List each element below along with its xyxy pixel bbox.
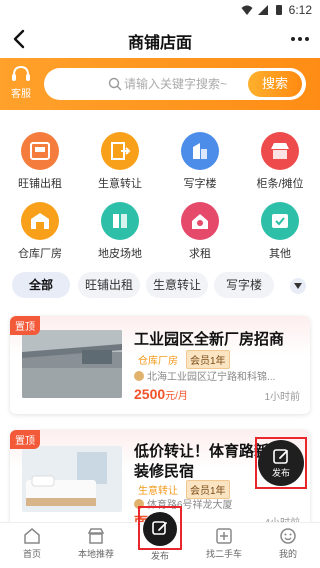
category-tag: 仓库厂房 xyxy=(138,356,178,367)
smile-icon xyxy=(280,528,296,544)
status-time: 6:12 xyxy=(288,3,312,17)
stall-icon xyxy=(261,132,299,170)
category-label: 生意转让 xyxy=(98,178,142,190)
chevron-down-icon[interactable] xyxy=(290,278,306,294)
filter-chip-transfer[interactable]: 生意转让 xyxy=(146,272,208,298)
listing-title: 工业园区全新厂房招商 xyxy=(134,331,285,348)
category-label: 仓库厂房 xyxy=(18,248,62,260)
category-label: 柜条/摊位 xyxy=(256,178,304,190)
listing-card[interactable]: 置顶 工业园区全新厂房招商 仓库厂房 会员1年 北海工业园区辽宁路和科锦... … xyxy=(10,316,310,414)
search-input[interactable] xyxy=(124,68,244,100)
category-shop-rent[interactable]: 旺铺出租 xyxy=(0,132,80,196)
publish-icon xyxy=(152,521,167,535)
customer-service-button[interactable]: 客服 xyxy=(6,64,36,100)
top-badge: 置顶 xyxy=(10,430,40,449)
floating-publish-label: 发布 xyxy=(271,468,290,478)
filter-bar: 全部 旺铺出租 生意转让 写字楼 xyxy=(0,270,320,302)
category-label: 求租 xyxy=(189,248,211,260)
category-transfer[interactable]: 生意转让 xyxy=(80,132,160,196)
location-pin-icon xyxy=(134,370,144,381)
office-building-icon xyxy=(181,132,219,170)
category-office[interactable]: 写字楼 xyxy=(160,132,240,196)
warehouse-icon xyxy=(21,202,59,240)
category-land[interactable]: 地皮场地 xyxy=(80,202,160,266)
status-bar: 6:12 xyxy=(0,0,320,20)
page-title: 商铺店面 xyxy=(127,35,192,52)
category-label: 写字楼 xyxy=(183,178,217,190)
category-warehouse[interactable]: 仓库厂房 xyxy=(0,202,80,266)
search-box[interactable]: 搜索 xyxy=(44,68,306,100)
tab-label: 我的 xyxy=(278,549,297,559)
category-label: 地皮场地 xyxy=(98,248,142,260)
wifi-icon xyxy=(241,5,253,15)
search-band: 客服 搜索 xyxy=(0,58,320,110)
transfer-icon xyxy=(101,132,139,170)
listing-price: 2500元/月 xyxy=(134,386,188,402)
floating-publish-button[interactable]: 发布 xyxy=(258,440,304,486)
headset-icon xyxy=(12,65,30,81)
listing-thumbnail xyxy=(22,446,122,512)
edit-icon xyxy=(273,449,288,464)
tab-label: 发布 xyxy=(150,551,169,561)
listing-address: 北海工业园区辽宁路和科锦... xyxy=(147,372,276,383)
tab-used-cars[interactable]: 找二手车 xyxy=(192,527,256,560)
filter-chip-all[interactable]: 全部 xyxy=(12,272,70,298)
signal-icon xyxy=(257,5,268,15)
tab-label: 找二手车 xyxy=(205,549,242,559)
more-options-icon[interactable] xyxy=(288,28,312,50)
member-badge: 会员1年 xyxy=(186,350,230,369)
land-icon xyxy=(101,202,139,240)
filter-chip-shop-rent[interactable]: 旺铺出租 xyxy=(78,272,140,298)
customer-service-label: 客服 xyxy=(11,89,31,100)
search-button[interactable]: 搜索 xyxy=(248,71,302,97)
tab-mine[interactable]: 我的 xyxy=(256,527,320,560)
publish-button[interactable] xyxy=(143,512,177,546)
category-label: 其他 xyxy=(269,248,291,260)
category-label: 旺铺出租 xyxy=(18,178,62,190)
listing-thumbnail xyxy=(22,330,122,398)
plus-square-icon xyxy=(216,528,232,544)
category-grid: 旺铺出租 生意转让 写字楼 柜条/摊位 仓库厂房 地皮场地 求租 其他 xyxy=(0,124,320,264)
shop-rent-icon xyxy=(21,132,59,170)
filter-chip-office[interactable]: 写字楼 xyxy=(214,272,274,298)
home-icon xyxy=(24,528,40,544)
seek-rent-icon xyxy=(181,202,219,240)
top-badge: 置顶 xyxy=(10,316,40,335)
other-icon xyxy=(261,202,299,240)
category-other[interactable]: 其他 xyxy=(240,202,320,266)
search-icon xyxy=(108,77,122,91)
listing-title: 低价转让！体育路新装修民宿 xyxy=(134,443,270,480)
nav-bar: 商铺店面 xyxy=(0,20,320,58)
battery-icon xyxy=(275,5,282,15)
category-seek-rent[interactable]: 求租 xyxy=(160,202,240,266)
category-stall[interactable]: 柜条/摊位 xyxy=(240,132,320,196)
tab-local[interactable]: 本地推荐 xyxy=(64,527,128,560)
tab-label: 首页 xyxy=(22,549,41,559)
listing-time: 1小时前 xyxy=(264,392,300,403)
tab-home[interactable]: 首页 xyxy=(0,527,64,560)
store-icon xyxy=(87,528,105,544)
tab-label: 本地推荐 xyxy=(77,549,114,559)
